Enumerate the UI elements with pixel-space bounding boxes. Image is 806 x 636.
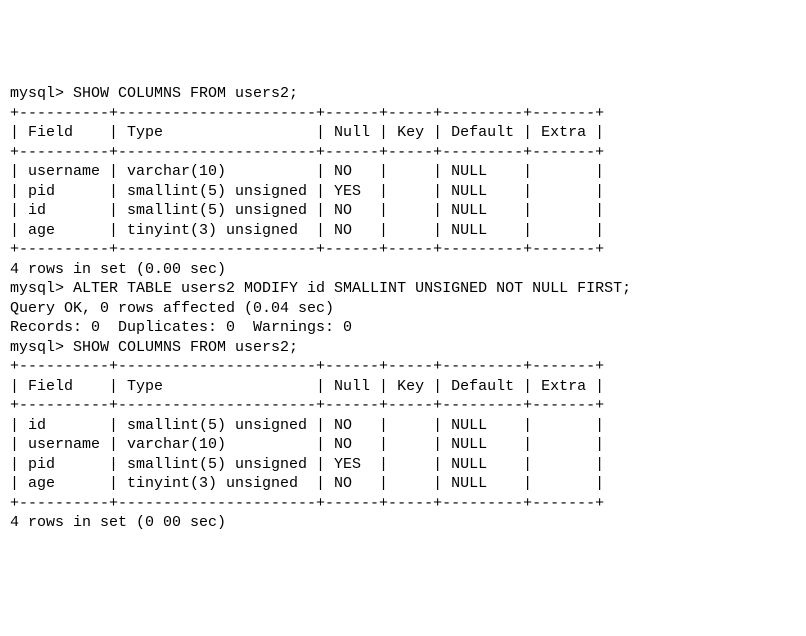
terminal-line: | Field | Type | Null | Key | Default | … (10, 377, 796, 397)
terminal-line: +----------+----------------------+-----… (10, 143, 796, 163)
terminal-line: +----------+----------------------+-----… (10, 357, 796, 377)
terminal-line: +----------+----------------------+-----… (10, 104, 796, 124)
terminal-line: +----------+----------------------+-----… (10, 240, 796, 260)
terminal-line: Records: 0 Duplicates: 0 Warnings: 0 (10, 318, 796, 338)
terminal-line: | age | tinyint(3) unsigned | NO | | NUL… (10, 221, 796, 241)
terminal-line: | username | varchar(10) | NO | | NULL |… (10, 435, 796, 455)
terminal-line: mysql> ALTER TABLE users2 MODIFY id SMAL… (10, 279, 796, 299)
terminal-line: mysql> SHOW COLUMNS FROM users2; (10, 84, 796, 104)
terminal-line: | id | smallint(5) unsigned | NO | | NUL… (10, 201, 796, 221)
terminal-line: | pid | smallint(5) unsigned | YES | | N… (10, 455, 796, 475)
terminal-line: | age | tinyint(3) unsigned | NO | | NUL… (10, 474, 796, 494)
terminal-line: +----------+----------------------+-----… (10, 494, 796, 514)
terminal-line: 4 rows in set (0 00 sec) (10, 513, 796, 533)
terminal-line: Query OK, 0 rows affected (0.04 sec) (10, 299, 796, 319)
terminal-line: | username | varchar(10) | NO | | NULL |… (10, 162, 796, 182)
terminal-line: 4 rows in set (0.00 sec) (10, 260, 796, 280)
terminal-line: | id | smallint(5) unsigned | NO | | NUL… (10, 416, 796, 436)
terminal-line: | pid | smallint(5) unsigned | YES | | N… (10, 182, 796, 202)
terminal-output: mysql> SHOW COLUMNS FROM users2;+-------… (10, 84, 796, 533)
terminal-line: | Field | Type | Null | Key | Default | … (10, 123, 796, 143)
terminal-line: mysql> SHOW COLUMNS FROM users2; (10, 338, 796, 358)
terminal-line: +----------+----------------------+-----… (10, 396, 796, 416)
